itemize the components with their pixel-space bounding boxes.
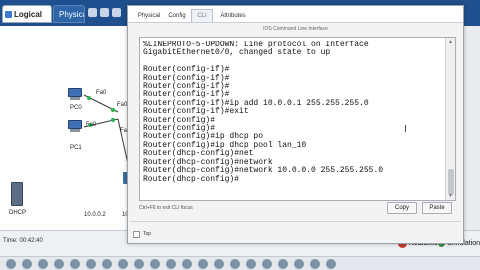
tab-attributes[interactable]: Attributes <box>216 9 250 22</box>
device-category-icon[interactable] <box>310 259 320 269</box>
pc0-label: PC0 <box>70 105 82 111</box>
device-category-icon[interactable] <box>326 259 336 269</box>
scroll-up-icon[interactable]: ▲ <box>448 39 453 45</box>
server-label: DHCP <box>9 210 27 216</box>
device-category-icon[interactable] <box>102 259 112 269</box>
scroll-down-icon[interactable]: ▼ <box>448 193 453 199</box>
physical-tab-label: Physical <box>59 9 84 19</box>
device-tray <box>0 256 480 270</box>
device-category-icon[interactable] <box>6 259 16 269</box>
top-checkbox[interactable] <box>133 231 140 238</box>
device-category-icon[interactable] <box>230 259 240 269</box>
device-category-icon[interactable] <box>278 259 288 269</box>
device-category-icon[interactable] <box>86 259 96 269</box>
cli-terminal[interactable]: %LINEPROTO-5-UPDOWN: Line protocol on In… <box>139 37 456 201</box>
toolbar-tool-icon[interactable] <box>88 8 97 17</box>
pc1-icon[interactable] <box>67 120 83 132</box>
device-category-icon[interactable] <box>150 259 160 269</box>
terminal-output[interactable]: %LINEPROTO-5-UPDOWN: Line protocol on In… <box>143 41 443 199</box>
cli-panel-title: IOS Command Line Interface <box>263 26 328 32</box>
device-category-icon[interactable] <box>54 259 64 269</box>
device-category-icon[interactable] <box>22 259 32 269</box>
link-label-fa0: Fa0 <box>86 122 97 128</box>
device-category-icon[interactable] <box>118 259 128 269</box>
paste-button[interactable]: Paste <box>422 202 452 214</box>
copy-button[interactable]: Copy <box>387 202 417 214</box>
dialog-tab-bar: Physical Config CLI Attributes <box>128 6 463 23</box>
tab-physical-device[interactable]: Physical <box>135 9 163 22</box>
device-category-icon[interactable] <box>70 259 80 269</box>
device-category-icon[interactable] <box>134 259 144 269</box>
dhcp-server-icon[interactable] <box>11 182 23 206</box>
scroll-thumb[interactable] <box>448 169 454 195</box>
device-category-icon[interactable] <box>38 259 48 269</box>
toolbar-tool-icon[interactable] <box>112 8 121 17</box>
link-label-fa0: Fa0 <box>96 90 107 96</box>
device-category-icon[interactable] <box>246 259 256 269</box>
tab-physical[interactable]: Physical <box>53 5 85 23</box>
terminal-line: Router(dhcp-config)# <box>143 174 240 184</box>
device-category-icon[interactable] <box>214 259 224 269</box>
pc0-icon[interactable] <box>67 88 83 100</box>
text-cursor-icon: I <box>404 124 407 135</box>
tab-logical[interactable]: Logical <box>2 5 52 23</box>
time-display: Time: 00:42:40 <box>3 238 43 244</box>
terminal-line: GigabitEthernet0/0, changed state to up <box>143 48 331 58</box>
logical-workspace[interactable]: PC0 PC1 Fa0 Fa0/2 Fa0 Fa DHCP 10.0.0.2 1… <box>0 26 132 230</box>
ip-label: 10.0.0.2 <box>84 212 106 218</box>
top-checkbox-label: Top <box>143 231 152 237</box>
device-category-icon[interactable] <box>262 259 272 269</box>
pc1-label: PC1 <box>70 145 82 151</box>
tab-config[interactable]: Config <box>166 9 188 22</box>
cli-focus-hint: Ctrl+F6 to exit CLI focus <box>139 205 193 211</box>
device-category-icon[interactable] <box>294 259 304 269</box>
device-category-icon[interactable] <box>182 259 192 269</box>
device-category-icon[interactable] <box>198 259 208 269</box>
logical-view-icon <box>5 10 12 18</box>
device-category-icon[interactable] <box>166 259 176 269</box>
link-label-fa: Fa <box>120 128 128 134</box>
router-cli-dialog: Physical Config CLI Attributes IOS Comma… <box>127 5 464 244</box>
terminal-scrollbar[interactable]: ▲ ▼ <box>445 38 455 200</box>
toolbar-tool-icon[interactable] <box>100 8 109 17</box>
logical-tab-label: Logical <box>14 9 43 19</box>
divider <box>130 221 461 222</box>
tab-cli[interactable]: CLI <box>191 9 213 22</box>
